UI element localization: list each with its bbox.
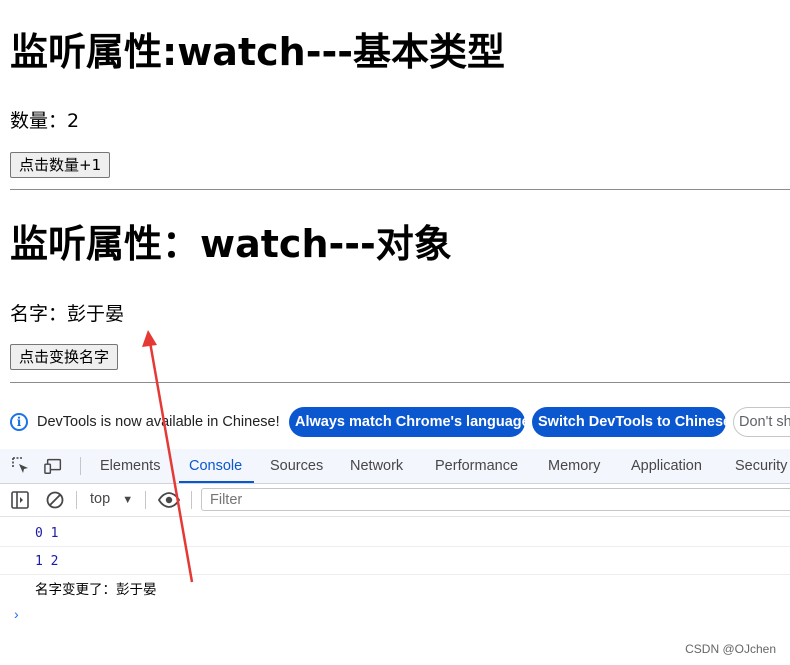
section1-title: 监听属性:watch---基本类型	[10, 30, 506, 74]
context-selector[interactable]: top ▼	[90, 491, 133, 507]
section2-title: 监听属性：watch---对象	[10, 222, 452, 266]
inspect-element-icon[interactable]	[11, 456, 31, 476]
eye-icon[interactable]	[157, 490, 181, 510]
console-prompt[interactable]: ›	[14, 606, 19, 622]
context-label: top	[90, 491, 111, 507]
divider	[76, 491, 77, 509]
console-toolbar: top ▼	[0, 484, 790, 517]
tab-performance[interactable]: Performance	[435, 449, 518, 483]
console-message-text: 1 2	[35, 554, 59, 569]
chevron-down-icon: ▼	[122, 494, 134, 506]
divider	[10, 382, 790, 383]
divider	[145, 491, 146, 509]
divider	[80, 457, 81, 475]
divider	[10, 189, 790, 190]
sidebar-toggle-icon[interactable]	[10, 490, 30, 510]
info-icon: i	[10, 413, 28, 431]
watermark: CSDN @OJchen	[685, 642, 776, 656]
devtools-language-infobar: i DevTools is now available in Chinese! …	[0, 406, 790, 440]
switch-to-chinese-button[interactable]: Switch DevTools to Chinese	[532, 407, 731, 437]
tab-console[interactable]: Console	[178, 449, 255, 483]
clear-console-icon[interactable]	[45, 490, 65, 510]
tab-sources[interactable]: Sources	[270, 449, 323, 483]
console-message-text: 0 1	[35, 526, 59, 541]
tab-elements[interactable]: Elements	[100, 449, 160, 483]
dont-show-button[interactable]: Don't show	[733, 407, 790, 437]
devtools-tabbar: Elements Console Sources Network Perform…	[0, 449, 790, 484]
count-display: 数量：2	[10, 110, 80, 132]
console-message: 0 1	[0, 520, 790, 547]
tab-memory[interactable]: Memory	[548, 449, 600, 483]
tab-security[interactable]: Security	[735, 449, 787, 483]
increment-count-button[interactable]: 点击数量+1	[10, 152, 111, 178]
filter-field[interactable]	[201, 488, 790, 511]
infobar-message: DevTools is now available in Chinese!	[37, 414, 280, 430]
tab-application[interactable]: Application	[631, 449, 702, 483]
device-toolbar-icon[interactable]	[44, 456, 64, 476]
console-message-text: 名字变更了：彭于晏	[35, 582, 157, 598]
change-name-button[interactable]: 点击变换名字	[10, 344, 119, 370]
console-message: 名字变更了：彭于晏	[0, 576, 790, 603]
filter-input[interactable]	[208, 489, 772, 511]
divider	[191, 491, 192, 509]
console-message: 1 2	[0, 548, 790, 575]
name-display: 名字：彭于晏	[10, 303, 125, 325]
always-match-language-button[interactable]: Always match Chrome's language	[289, 407, 530, 437]
tab-network[interactable]: Network	[350, 449, 403, 483]
